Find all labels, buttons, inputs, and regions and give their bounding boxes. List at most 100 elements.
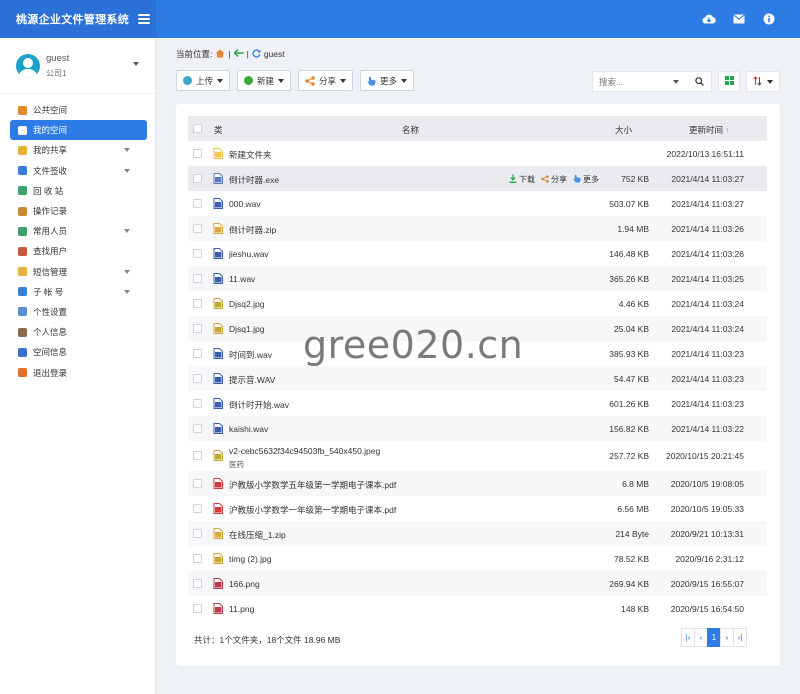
sidebar-item[interactable]: 操作记录 bbox=[0, 201, 155, 221]
sidebar-item[interactable]: 个性设置 bbox=[0, 302, 155, 322]
table-row[interactable]: 11.wav 365.26 KB 2021/4/14 11:03:25 bbox=[188, 266, 767, 291]
last-page-button[interactable]: ›| bbox=[733, 628, 747, 647]
row-checkbox[interactable] bbox=[193, 349, 202, 358]
file-name[interactable]: 倒计时器.zip bbox=[229, 224, 276, 236]
header-size[interactable]: 大小 bbox=[615, 124, 632, 136]
table-row[interactable]: 倒计时器.zip 1.94 MB 2021/4/14 11:03:26 bbox=[188, 216, 767, 241]
row-share-button[interactable]: 分享 bbox=[541, 174, 567, 185]
select-all-checkbox[interactable] bbox=[193, 124, 202, 133]
new-button[interactable]: 新建 bbox=[237, 70, 292, 91]
sidebar-item[interactable]: 短信管理 bbox=[0, 262, 155, 282]
file-name[interactable]: kaishi.wav bbox=[229, 424, 268, 434]
table-row[interactable]: timg (2).jpg 78.52 KB 2020/9/16 2:31:12 bbox=[188, 546, 767, 571]
sidebar-item[interactable]: 查找用户 bbox=[0, 241, 155, 261]
row-checkbox[interactable] bbox=[193, 174, 202, 183]
table-row[interactable]: 166.png 269.94 KB 2020/9/15 16:55:07 bbox=[188, 571, 767, 596]
sidebar-item[interactable]: 公共空间 bbox=[0, 100, 155, 120]
file-name[interactable]: 提示音.WAV bbox=[229, 374, 275, 386]
row-checkbox[interactable] bbox=[193, 274, 202, 283]
table-row[interactable]: 沪教版小学数学一年级第一学期电子课本.pdf 6.56 MB 2020/10/5 1… bbox=[188, 496, 767, 521]
file-name[interactable]: 11.png bbox=[229, 604, 254, 614]
file-name[interactable]: 000.wav bbox=[229, 199, 261, 209]
table-row[interactable]: 沪教版小学数学五年级第一学期电子课本.pdf 6.8 MB 2020/10/5 19… bbox=[188, 471, 767, 496]
header-type[interactable]: 类 bbox=[214, 124, 223, 136]
file-name[interactable]: 沪教版小学数学五年级第一学期电子课本.pdf bbox=[229, 479, 396, 491]
table-row[interactable]: jieshu.wav 146.48 KB 2021/4/14 11:03:26 bbox=[188, 241, 767, 266]
table-row[interactable]: kaishi.wav 156.82 KB 2021/4/14 11:03:22 bbox=[188, 416, 767, 441]
search-input[interactable] bbox=[593, 72, 669, 91]
refresh-icon[interactable] bbox=[252, 48, 261, 60]
sidebar-item[interactable]: 常用人员 bbox=[0, 221, 155, 241]
row-checkbox[interactable] bbox=[193, 249, 202, 258]
row-checkbox[interactable] bbox=[193, 604, 202, 613]
header-time[interactable]: 更新时间 ↑ bbox=[689, 124, 730, 136]
prev-page-button[interactable]: ‹ bbox=[694, 628, 708, 647]
table-row[interactable]: 倒计时器.exe 下载 分享 更多 752 KB 2021/4/14 11:03:27 bbox=[188, 166, 767, 191]
file-name[interactable]: 新建文件夹 bbox=[229, 149, 272, 161]
sidebar-item[interactable]: 个人信息 bbox=[0, 322, 155, 342]
table-row[interactable]: 新建文件夹 2022/10/13 16:51:11 bbox=[188, 141, 767, 166]
next-page-button[interactable]: › bbox=[720, 628, 734, 647]
file-name[interactable]: 时间到.wav bbox=[229, 349, 272, 361]
table-row[interactable]: v2-cebc5632f34c94503fb_540x450.jpeg 医药 257… bbox=[188, 441, 767, 471]
row-checkbox[interactable] bbox=[193, 529, 202, 538]
user-menu[interactable]: guest 公司1 bbox=[0, 38, 155, 94]
table-row[interactable]: Djsq1.jpg 25.04 KB 2021/4/14 11:03:24 bbox=[188, 316, 767, 341]
info-icon[interactable] bbox=[762, 12, 776, 26]
table-row[interactable]: Djsq2.jpg 4.46 KB 2021/4/14 11:03:24 bbox=[188, 291, 767, 316]
share-button[interactable]: 分享 bbox=[298, 70, 354, 91]
row-checkbox[interactable] bbox=[193, 479, 202, 488]
search-scope-dropdown[interactable] bbox=[673, 79, 679, 84]
sidebar-item[interactable]: 子 帐 号 bbox=[0, 282, 155, 302]
file-name[interactable]: 倒计时开始.wav bbox=[229, 399, 289, 411]
sidebar-item[interactable]: 空间信息 bbox=[0, 342, 155, 362]
row-checkbox[interactable] bbox=[193, 299, 202, 308]
table-row[interactable]: 在线压缩_1.zip 214 Byte 2020/9/21 10:13:31 bbox=[188, 521, 767, 546]
row-checkbox[interactable] bbox=[193, 199, 202, 208]
row-checkbox[interactable] bbox=[193, 224, 202, 233]
grid-view-button[interactable] bbox=[718, 71, 740, 92]
file-name[interactable]: jieshu.wav bbox=[229, 249, 269, 259]
row-checkbox[interactable] bbox=[193, 374, 202, 383]
row-download-button[interactable]: 下载 bbox=[509, 174, 535, 185]
file-name[interactable]: 166.png bbox=[229, 579, 260, 589]
file-name[interactable]: timg (2).jpg bbox=[229, 554, 272, 564]
sidebar-item[interactable]: 回 收 站 bbox=[0, 181, 155, 201]
row-checkbox[interactable] bbox=[193, 504, 202, 513]
first-page-button[interactable]: |‹ bbox=[681, 628, 695, 647]
back-icon[interactable] bbox=[233, 48, 244, 59]
table-row[interactable]: 11.png 148 KB 2020/9/15 16:54:50 bbox=[188, 596, 767, 621]
row-more-button[interactable]: 更多 bbox=[573, 174, 599, 185]
upload-button[interactable]: 上传 bbox=[176, 70, 231, 91]
chevron-down-icon[interactable] bbox=[133, 62, 139, 66]
row-checkbox[interactable] bbox=[193, 424, 202, 433]
file-name[interactable]: Djsq1.jpg bbox=[229, 324, 264, 334]
row-checkbox[interactable] bbox=[193, 579, 202, 588]
row-checkbox[interactable] bbox=[193, 451, 202, 460]
table-row[interactable]: 000.wav 503.07 KB 2021/4/14 11:03:27 bbox=[188, 191, 767, 216]
row-checkbox[interactable] bbox=[193, 399, 202, 408]
mail-icon[interactable] bbox=[732, 12, 746, 26]
table-row[interactable]: 时间到.wav 385.93 KB 2021/4/14 11:03:23 bbox=[188, 341, 767, 366]
page-button[interactable]: 1 bbox=[707, 628, 721, 647]
home-icon[interactable] bbox=[215, 49, 225, 60]
more-button[interactable]: 更多 bbox=[360, 70, 415, 91]
sidebar-item[interactable]: 我的共享 bbox=[0, 140, 155, 160]
sidebar-item[interactable]: 我的空间 bbox=[10, 120, 147, 141]
row-checkbox[interactable] bbox=[193, 149, 202, 158]
menu-toggle-icon[interactable] bbox=[138, 14, 150, 24]
header-name[interactable]: 名称 bbox=[402, 124, 419, 136]
file-name[interactable]: 11.wav bbox=[229, 274, 255, 284]
file-name[interactable]: Djsq2.jpg bbox=[229, 299, 264, 309]
row-checkbox[interactable] bbox=[193, 554, 202, 563]
sidebar-item[interactable]: 文件签收 bbox=[0, 161, 155, 181]
sort-button[interactable] bbox=[746, 71, 780, 92]
row-checkbox[interactable] bbox=[193, 324, 202, 333]
file-name[interactable]: 在线压缩_1.zip bbox=[229, 529, 286, 541]
search-icon[interactable] bbox=[695, 77, 704, 88]
file-name[interactable]: 倒计时器.exe bbox=[229, 174, 279, 186]
table-row[interactable]: 提示音.WAV 54.47 KB 2021/4/14 11:03:23 bbox=[188, 366, 767, 391]
sidebar-item[interactable]: 退出登录 bbox=[0, 362, 155, 382]
cloud-download-icon[interactable] bbox=[702, 12, 716, 26]
table-row[interactable]: 倒计时开始.wav 601.26 KB 2021/4/14 11:03:23 bbox=[188, 391, 767, 416]
